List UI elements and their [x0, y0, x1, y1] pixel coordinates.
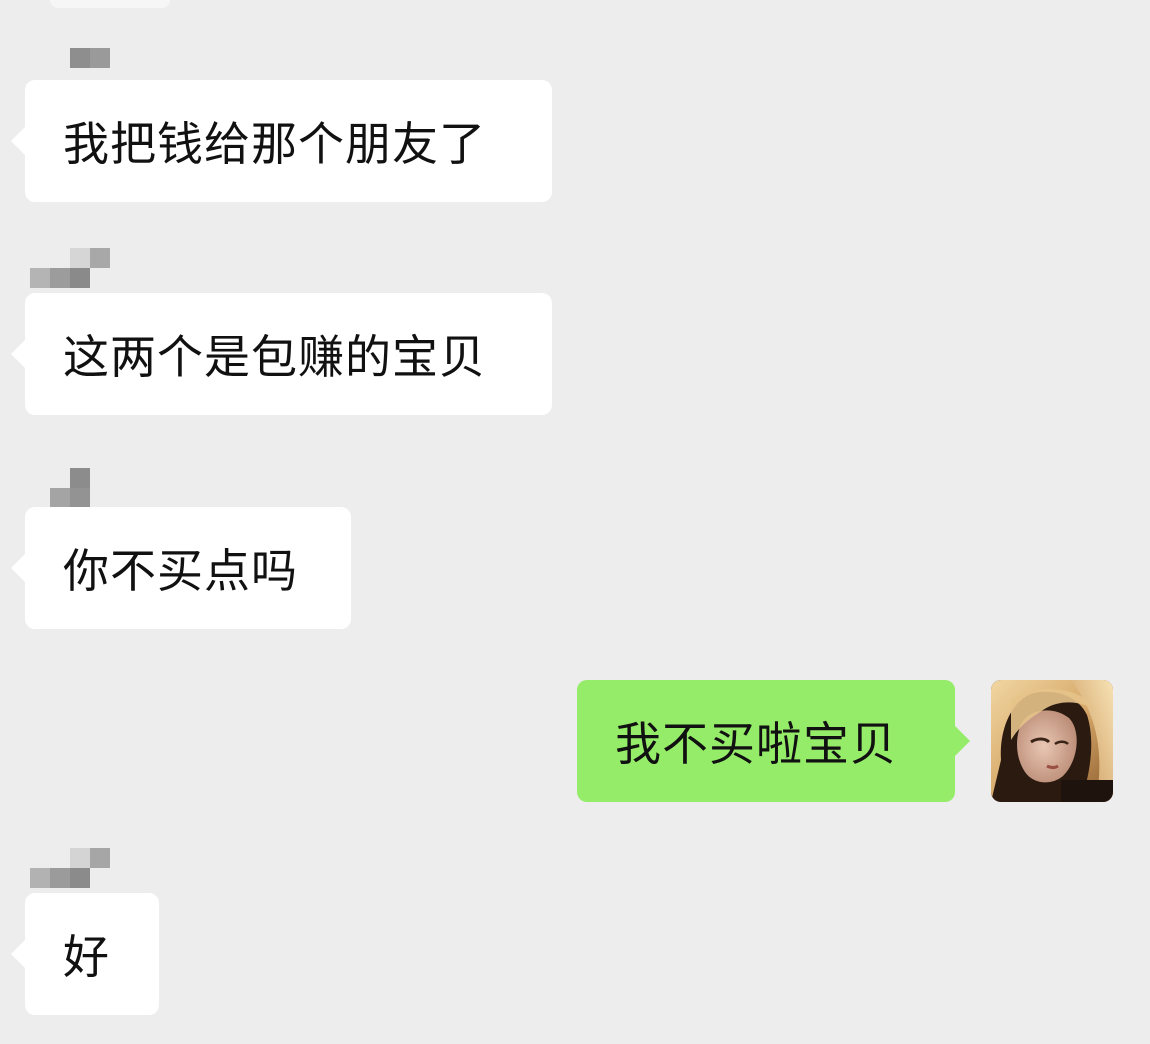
message-bubble-incoming[interactable]: 这两个是包赚的宝贝 [11, 293, 552, 415]
sender-name-redacted [50, 468, 90, 508]
message-bubble-incoming[interactable]: 好 [11, 893, 159, 1015]
message-text: 这两个是包赚的宝贝 [63, 330, 486, 384]
message-bubble-incoming[interactable]: 你不买点吗 [11, 507, 351, 629]
sender-name-redacted [30, 248, 110, 288]
message-text: 好 [63, 930, 110, 984]
avatar-image [991, 680, 1113, 802]
user-avatar-photo[interactable] [991, 680, 1113, 802]
message-text: 我把钱给那个朋友了 [63, 117, 486, 171]
message-bubble-outgoing[interactable]: 我不买啦宝贝 [577, 680, 970, 802]
sender-name-redacted [30, 848, 110, 888]
chat-history[interactable]: 我把钱给那个朋友了 这两个是包赚的宝贝 你不买点吗 我不买啦宝贝 好 [0, 0, 1150, 1044]
message-text: 你不买点吗 [63, 544, 298, 598]
sender-name-redacted [70, 48, 110, 68]
message-text: 我不买啦宝贝 [615, 717, 897, 771]
previous-message-bubble-edge [50, 0, 170, 8]
message-bubble-incoming[interactable]: 我把钱给那个朋友了 [11, 80, 552, 202]
